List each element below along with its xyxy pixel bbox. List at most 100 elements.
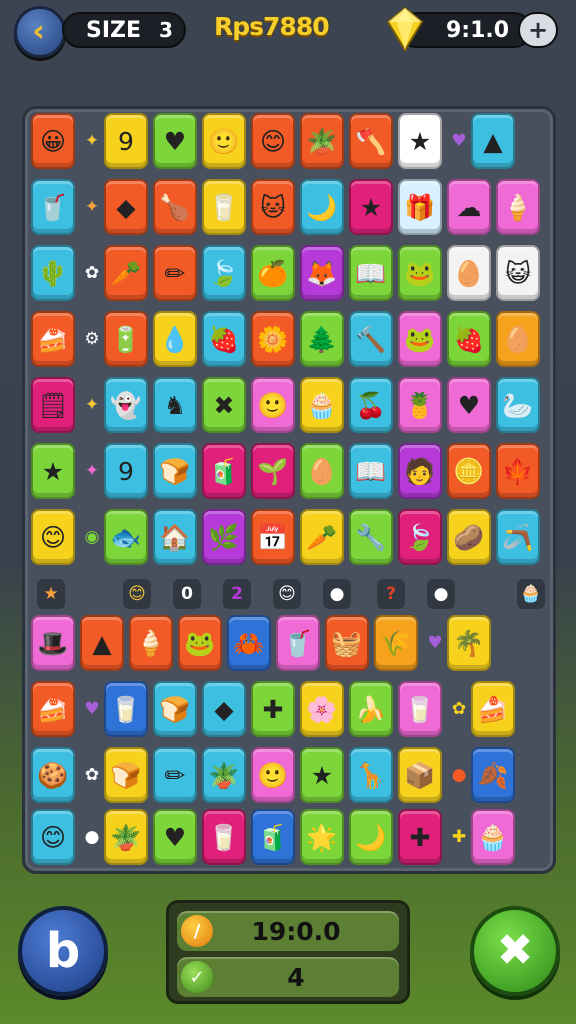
board-tile[interactable]: ✏ [153, 747, 197, 803]
board-tile[interactable]: 🍞 [104, 747, 148, 803]
board-tile[interactable]: 🍌 [349, 681, 393, 737]
board-tile[interactable]: 🥚 [496, 311, 540, 367]
board-tile[interactable]: 🍗 [153, 179, 197, 235]
board-tile[interactable]: 🌱 [251, 443, 295, 499]
board-tile[interactable]: 🍊 [251, 245, 295, 301]
board-tile[interactable]: 🥤 [31, 179, 75, 235]
board-tile[interactable]: 🥚 [300, 443, 344, 499]
board-tile[interactable]: 🍒 [349, 377, 393, 433]
board-tile[interactable]: 🌴 [447, 615, 491, 671]
board-tile[interactable]: 😊 [31, 509, 75, 565]
board-tile[interactable]: 🧁 [471, 809, 515, 865]
board-tile[interactable]: 🔨 [349, 311, 393, 367]
board-tile[interactable]: 📖 [349, 245, 393, 301]
board-tile[interactable]: 🎩 [31, 615, 75, 671]
board-tile[interactable]: 📅 [251, 509, 295, 565]
board-tile[interactable]: 🧑 [398, 443, 442, 499]
board-tile[interactable]: 🔧 [349, 509, 393, 565]
board-tile[interactable]: 🍁 [496, 443, 540, 499]
board-tile[interactable]: 📦 [398, 747, 442, 803]
board-tile[interactable]: ▲ [471, 113, 515, 169]
board-tile[interactable]: 🦀 [227, 615, 271, 671]
board-tile[interactable]: 📖 [349, 443, 393, 499]
board-tile[interactable]: ◆ [202, 681, 246, 737]
board-tile[interactable]: 🥤 [276, 615, 320, 671]
board-tile[interactable]: 🍓 [202, 311, 246, 367]
board-tile[interactable]: 🌿 [202, 509, 246, 565]
board-tile[interactable]: 😊 [31, 809, 75, 865]
board-tile[interactable]: 9 [104, 443, 148, 499]
board-tile[interactable]: 🌸 [300, 681, 344, 737]
board-tile[interactable]: 😀 [31, 113, 75, 169]
board-tile[interactable]: ✚ [398, 809, 442, 865]
board-tile[interactable]: 🌟 [300, 809, 344, 865]
board-tile[interactable]: 🐟 [104, 509, 148, 565]
board-tile[interactable]: 🪓 [349, 113, 393, 169]
board-tile[interactable]: 😊 [251, 113, 295, 169]
board-tile[interactable]: 🥛 [202, 179, 246, 235]
board-tile[interactable]: 🦒 [349, 747, 393, 803]
board-tile[interactable]: 🍂 [471, 747, 515, 803]
close-button[interactable]: ✖ [470, 906, 560, 996]
board-tile[interactable]: ♥ [153, 809, 197, 865]
board-tile[interactable]: 🧁 [300, 377, 344, 433]
board-tile[interactable]: 👻 [104, 377, 148, 433]
board-tile[interactable]: 🍃 [398, 509, 442, 565]
board-tile[interactable]: ▲ [80, 615, 124, 671]
board-tile[interactable]: 🍦 [129, 615, 173, 671]
board-tile[interactable]: ✏ [153, 245, 197, 301]
board-tile[interactable]: 🍍 [398, 377, 442, 433]
board-tile[interactable]: 🙂 [251, 747, 295, 803]
board-tile[interactable]: 🐸 [398, 245, 442, 301]
board-tile[interactable]: 🎁 [398, 179, 442, 235]
board-tile[interactable]: 🍪 [31, 747, 75, 803]
board-tile[interactable]: 🪴 [300, 113, 344, 169]
board-tile[interactable]: 🥛 [398, 681, 442, 737]
board-tile[interactable]: 🙂 [202, 113, 246, 169]
board-tile[interactable]: 🌼 [251, 311, 295, 367]
board-tile[interactable]: 🥕 [300, 509, 344, 565]
board-tile[interactable]: 🗒 [31, 377, 75, 433]
board-tile[interactable]: 🥚 [447, 245, 491, 301]
board-tile[interactable]: 🍞 [153, 681, 197, 737]
board-tile[interactable]: 9 [104, 113, 148, 169]
board-tile[interactable]: ♥ [153, 113, 197, 169]
board-tile[interactable]: ✚ [251, 681, 295, 737]
board-tile[interactable]: 🪃 [496, 509, 540, 565]
board-tile[interactable]: 💧 [153, 311, 197, 367]
board-tile[interactable]: 🌾 [374, 615, 418, 671]
board-tile[interactable]: ★ [398, 113, 442, 169]
board-tile[interactable]: 🍃 [202, 245, 246, 301]
board-tile[interactable]: 🌙 [349, 809, 393, 865]
board-tile[interactable]: ★ [31, 443, 75, 499]
board-tile[interactable]: 🥕 [104, 245, 148, 301]
board-tile[interactable]: 🌙 [300, 179, 344, 235]
board-tile[interactable]: 🍰 [31, 681, 75, 737]
board-tile[interactable]: 🔋 [104, 311, 148, 367]
board-tile[interactable]: 🥔 [447, 509, 491, 565]
board-tile[interactable]: 🐸 [178, 615, 222, 671]
board-tile[interactable]: 😺 [496, 245, 540, 301]
board-tile[interactable]: 🐸 [398, 311, 442, 367]
back-button[interactable]: ‹ [14, 6, 66, 58]
board-tile[interactable]: 🐱 [251, 179, 295, 235]
board-tile[interactable]: 🍓 [447, 311, 491, 367]
board-tile[interactable]: 🥛 [202, 809, 246, 865]
board-tile[interactable]: 🥛 [104, 681, 148, 737]
board-tile[interactable]: 🪴 [104, 809, 148, 865]
board-tile[interactable]: 🪴 [202, 747, 246, 803]
board-tile[interactable]: 🦢 [496, 377, 540, 433]
board-tile[interactable]: 🍞 [153, 443, 197, 499]
board-tile[interactable]: ☁ [447, 179, 491, 235]
board-tile[interactable]: 🦊 [300, 245, 344, 301]
board-tile[interactable]: 🍦 [496, 179, 540, 235]
board-tile[interactable]: ◆ [104, 179, 148, 235]
board-tile[interactable]: 🧺 [325, 615, 369, 671]
board-tile[interactable]: ♞ [153, 377, 197, 433]
board-tile[interactable]: 🙂 [251, 377, 295, 433]
board-tile[interactable]: ★ [300, 747, 344, 803]
board-tile[interactable]: ✖ [202, 377, 246, 433]
board-tile[interactable]: 🌲 [300, 311, 344, 367]
board-tile[interactable]: ♥ [447, 377, 491, 433]
board-tile[interactable]: 🏠 [153, 509, 197, 565]
